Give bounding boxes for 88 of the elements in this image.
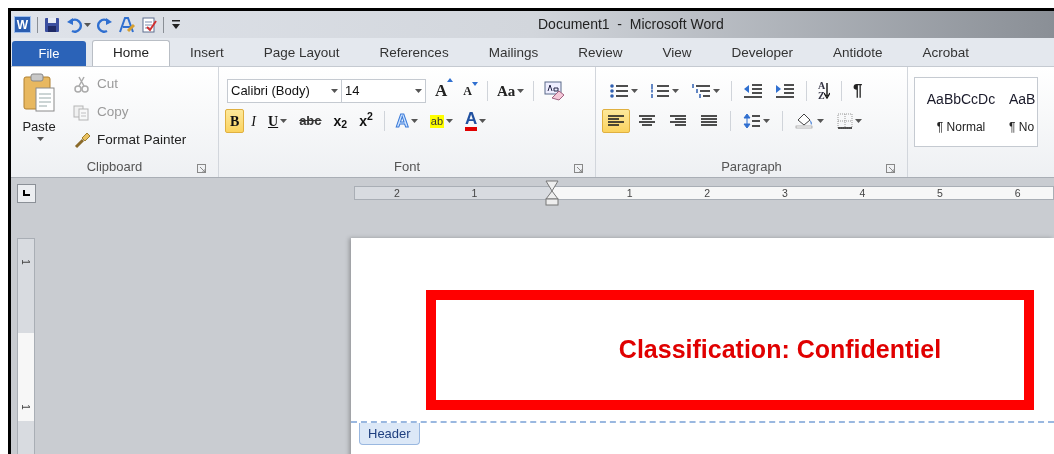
ribbon-tab[interactable]: View	[642, 40, 712, 66]
quick-access-redo-button[interactable]	[97, 16, 113, 33]
superscript-button[interactable]: x$^{2}$	[354, 109, 378, 133]
dialog-launcher-icon	[886, 164, 895, 173]
bullet-list-icon	[609, 83, 629, 99]
word-app-icon[interactable]: W	[14, 16, 31, 33]
down-arrow-icon	[824, 83, 830, 99]
multilevel-list-icon	[691, 83, 711, 99]
ribbon-tab[interactable]: Developer	[711, 40, 813, 66]
clear-formatting-icon	[543, 81, 566, 101]
dialog-launcher-icon	[197, 164, 206, 173]
subscript-button[interactable]: x$_{2}$	[328, 109, 353, 133]
indent-marker-icon	[545, 180, 559, 206]
tab-selector[interactable]	[17, 183, 36, 203]
ruler-number: 1	[19, 259, 30, 265]
group-label: Paragraph	[721, 158, 782, 177]
dropdown-caret-icon	[331, 89, 338, 93]
dropdown-caret-icon	[36, 136, 44, 141]
ribbon-tab[interactable]: Acrobat	[902, 40, 990, 66]
align-center-icon	[638, 114, 656, 128]
shrink-font-button[interactable]: A	[458, 79, 483, 103]
style-gallery-item[interactable]: AaB ¶ No	[1007, 78, 1038, 146]
ribbon-tab[interactable]: Home	[92, 40, 170, 66]
header-text: Classification: Confidentiel	[618, 334, 942, 366]
paint-bucket-icon	[795, 113, 815, 129]
ruler-number: 6	[1014, 186, 1021, 201]
align-left-icon	[607, 114, 625, 128]
ribbon-tab[interactable]: Insert	[170, 40, 244, 66]
checked-document-icon	[141, 16, 157, 33]
ruler-number: 2	[393, 186, 400, 201]
change-case-button[interactable]: Aa	[491, 79, 530, 103]
down-arrow-icon	[471, 82, 478, 86]
highlight-button[interactable]: ab	[424, 109, 459, 133]
ribbon-tab[interactable]: File	[12, 41, 86, 66]
show-marks-button[interactable]: ¶	[848, 79, 868, 103]
save-icon	[44, 16, 60, 33]
dropdown-caret-icon	[415, 89, 422, 93]
align-left-button[interactable]	[602, 109, 630, 133]
vertical-ruler[interactable]: 1 1	[17, 238, 35, 454]
redo-icon	[97, 16, 113, 33]
horizontal-ruler[interactable]: 2 1 1 2 3 4 5 6	[354, 186, 1054, 200]
decrease-indent-icon	[743, 83, 763, 99]
increase-indent-icon	[775, 83, 795, 99]
paste-button[interactable]: Paste	[11, 73, 63, 157]
font-name-dropdown[interactable]: Calibri (Body)	[227, 79, 342, 103]
up-arrow-icon	[447, 78, 454, 83]
ribbon-tab[interactable]: Page Layout	[243, 40, 360, 66]
line-spacing-icon	[743, 113, 761, 129]
bold-button[interactable]: B	[225, 109, 245, 133]
group-label: Clipboard	[86, 158, 143, 177]
window-title: Document1 - Microsoft Word	[538, 15, 724, 34]
dialog-launcher-icon	[574, 164, 583, 173]
italic-button[interactable]: I	[246, 109, 261, 133]
ruler-number: 1	[19, 404, 30, 410]
quick-access-document-button[interactable]	[141, 16, 157, 33]
ribbon-tab[interactable]: References	[359, 40, 469, 66]
grow-font-button[interactable]: A	[430, 79, 459, 103]
strikethrough-button[interactable]: abc	[294, 109, 327, 133]
ruler-number: 5	[937, 186, 943, 201]
ribbon-tab[interactable]: Antidote	[813, 40, 903, 66]
ruler-number: 1	[626, 186, 633, 201]
quick-access-save-button[interactable]	[44, 16, 60, 33]
quick-access-undo-button[interactable]	[66, 16, 91, 33]
font-color-button[interactable]: A	[460, 109, 492, 133]
ruler-number: 4	[859, 186, 866, 201]
font-size-dropdown[interactable]: 14	[342, 79, 426, 103]
scissors-icon	[73, 75, 91, 93]
borders-icon	[837, 113, 853, 129]
underline-button[interactable]: U	[263, 109, 293, 133]
clipboard-icon	[22, 73, 56, 113]
ruler-number: 3	[781, 186, 788, 201]
paintbrush-icon	[73, 131, 91, 149]
ruler-number: 1	[471, 186, 478, 201]
style-gallery-item[interactable]: AaBbCcDc ¶ Normal	[915, 78, 1007, 146]
undo-icon	[66, 16, 82, 33]
ribbon-tab[interactable]: Mailings	[468, 40, 559, 66]
numbered-list-icon	[650, 83, 670, 99]
copy-icon	[73, 103, 91, 121]
align-right-icon	[669, 114, 687, 128]
ruler-number: 2	[704, 186, 711, 201]
spelling-check-icon	[119, 16, 135, 33]
ribbon-tab[interactable]: Review	[558, 40, 643, 66]
format-painter-button[interactable]: Format Painter	[73, 129, 187, 151]
group-label: Font	[394, 158, 420, 177]
quick-access-spelling-button[interactable]	[119, 16, 135, 33]
sort-button[interactable]: AZ	[813, 79, 835, 103]
justify-icon	[700, 114, 718, 128]
header-label: Header	[359, 423, 420, 445]
